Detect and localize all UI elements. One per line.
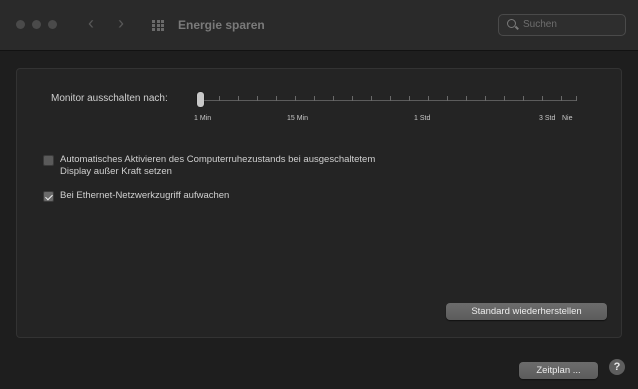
- wake-ethernet-label: Bei Ethernet-Netzwerkzugriff aufwachen: [60, 190, 230, 201]
- minimize-window-button[interactable]: [32, 20, 41, 29]
- slider-tick: [219, 96, 220, 101]
- slider-tick: [276, 96, 277, 101]
- show-all-grid-icon[interactable]: [152, 20, 164, 31]
- wake-ethernet-checkbox[interactable]: [43, 191, 54, 202]
- slider-label-3-std: 3 Std: [539, 115, 556, 122]
- zoom-window-button[interactable]: [48, 20, 57, 29]
- slider-tick: [466, 96, 467, 101]
- prevent-sleep-label: Automatisches Aktivieren des Computerruh…: [60, 154, 375, 178]
- slider-tick: [238, 96, 239, 101]
- slider-tick: [352, 96, 353, 101]
- help-icon[interactable]: ?: [609, 359, 625, 375]
- prevent-sleep-label-line1: Automatisches Aktivieren des Computerruh…: [60, 154, 376, 165]
- schedule-button[interactable]: Zeitplan ...: [519, 362, 598, 379]
- slider-tick: [428, 96, 429, 101]
- window-title: Energie sparen: [178, 18, 265, 32]
- slider-label-15-min: 15 Min: [287, 115, 309, 122]
- slider-tick: [523, 96, 524, 101]
- slider-tick: [333, 96, 334, 101]
- slider-tick: [390, 96, 391, 101]
- slider-tick: [485, 96, 486, 101]
- monitor-off-label: Monitor ausschalten nach:: [51, 93, 168, 104]
- search-field[interactable]: [498, 14, 626, 36]
- slider-tick: [409, 96, 410, 101]
- slider-tick: [542, 96, 543, 101]
- slider-tick: [295, 96, 296, 101]
- restore-defaults-button[interactable]: Standard wiederherstellen: [446, 303, 607, 320]
- search-input[interactable]: [523, 17, 619, 32]
- forward-arrow-icon[interactable]: ›: [118, 14, 124, 32]
- close-window-button[interactable]: [16, 20, 25, 29]
- slider-tick: [257, 96, 258, 101]
- slider-tick: [371, 96, 372, 101]
- slider-label-nie: Nie: [562, 115, 573, 122]
- slider-tick: [314, 96, 315, 101]
- slider-label-1-min: 1 Min: [194, 115, 212, 122]
- slider-tick: [447, 96, 448, 101]
- prevent-sleep-option[interactable]: Automatisches Aktivieren des Computerruh…: [43, 154, 375, 178]
- slider-tick: [576, 96, 577, 101]
- settings-panel: Monitor ausschalten nach: 1 Min 15 Min 1…: [16, 68, 622, 338]
- prevent-sleep-label-line2: Display außer Kraft setzen: [60, 166, 172, 177]
- wake-ethernet-option[interactable]: Bei Ethernet-Netzwerkzugriff aufwachen: [43, 190, 229, 202]
- monitor-off-slider-knob[interactable]: [197, 92, 204, 107]
- slider-tick: [504, 96, 505, 101]
- slider-tick: [561, 96, 562, 101]
- back-arrow-icon[interactable]: ‹: [88, 14, 94, 32]
- search-icon: [507, 19, 516, 28]
- title-bar: ‹ › Energie sparen: [0, 0, 638, 51]
- slider-label-1-std: 1 Std: [414, 115, 431, 122]
- prevent-sleep-checkbox[interactable]: [43, 155, 54, 166]
